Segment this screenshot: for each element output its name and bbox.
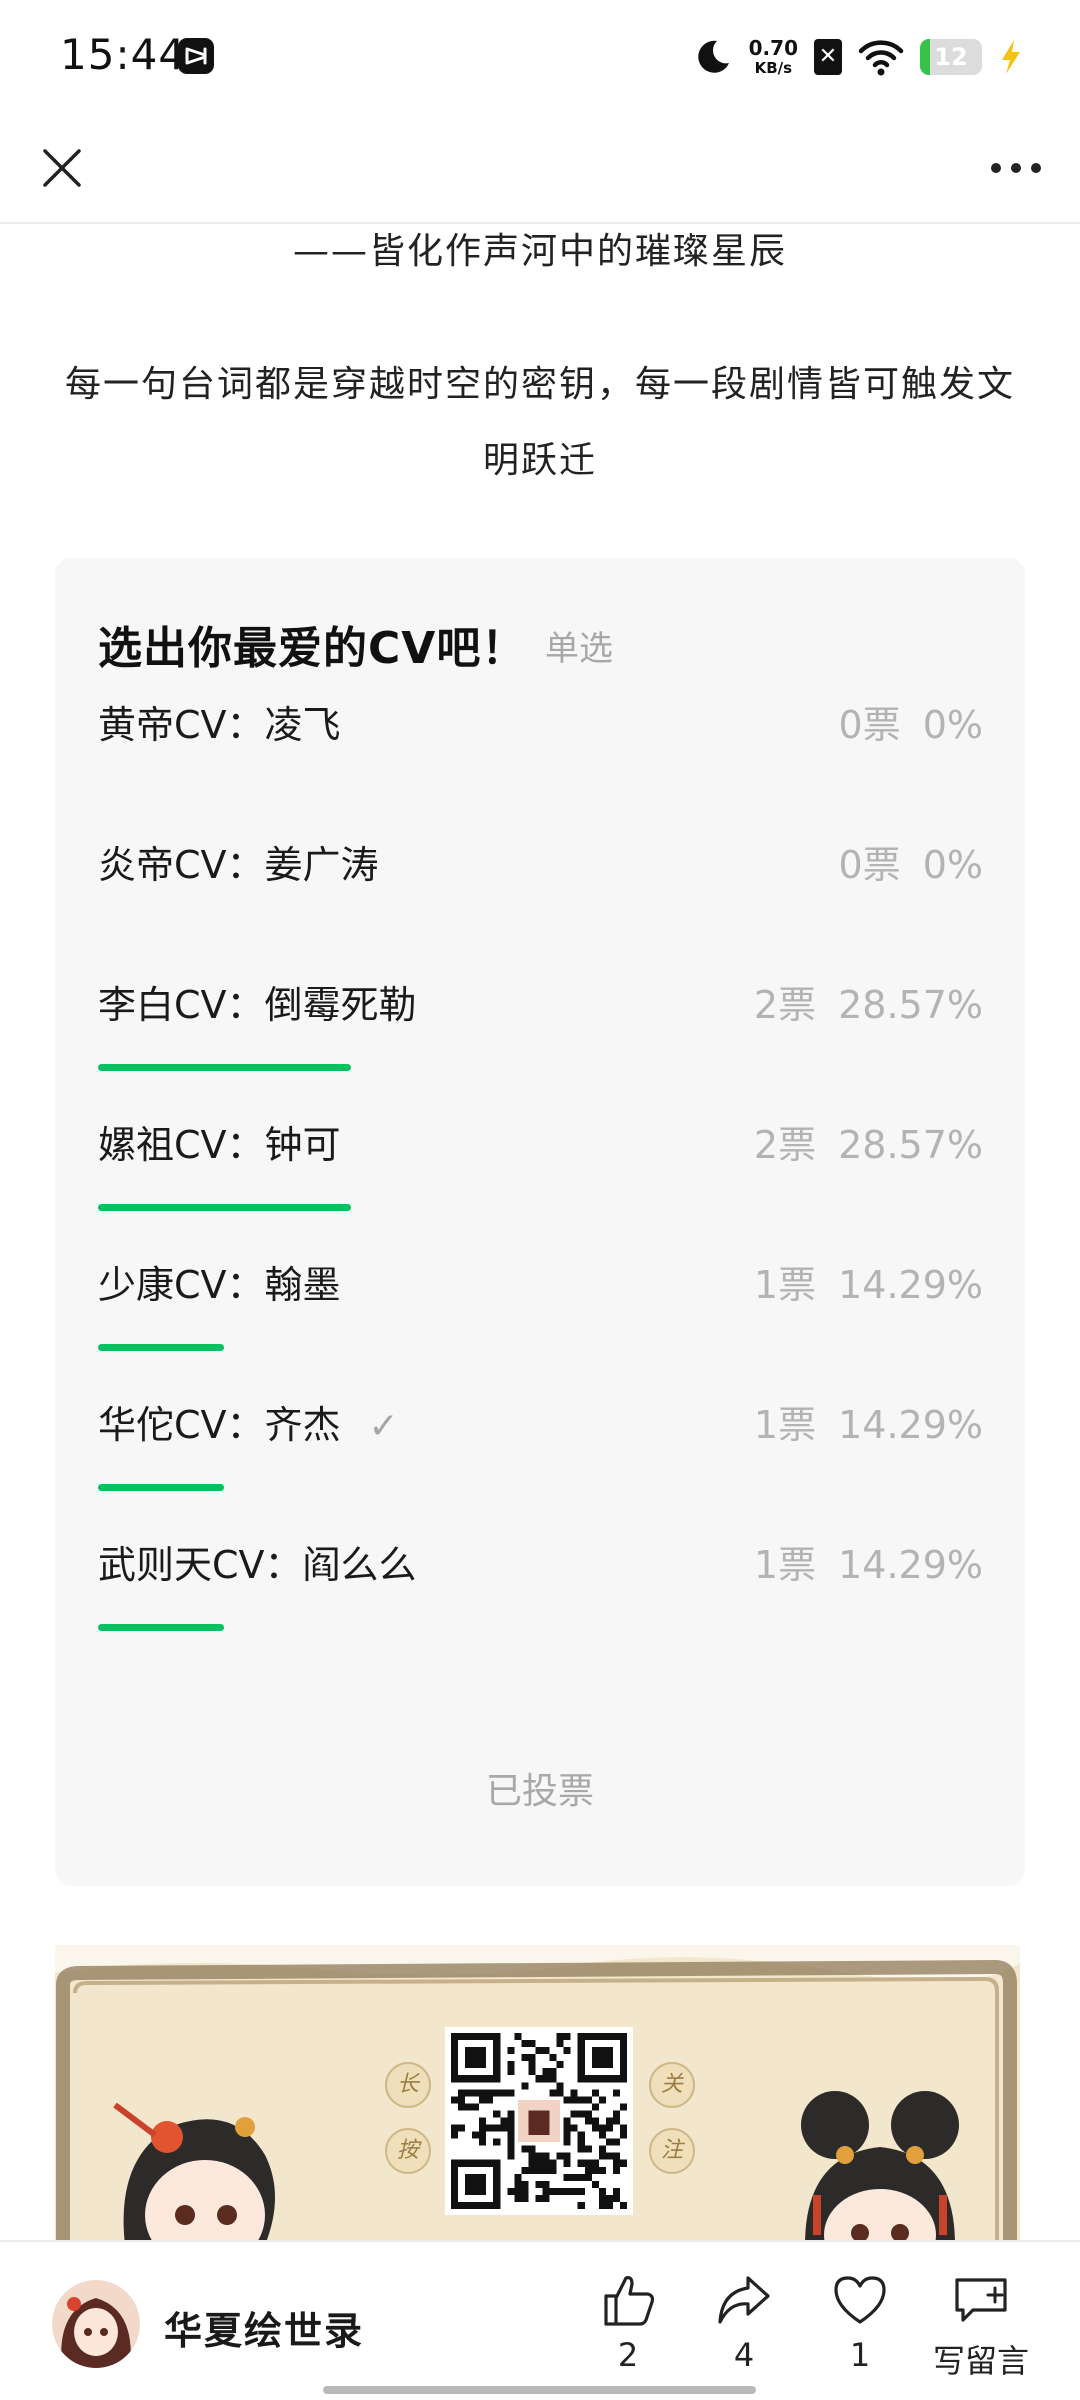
vote-title: 选出你最爱的CV吧！ xyxy=(98,623,527,674)
vote-option-label: 武则天CV：阎么么 xyxy=(98,1534,417,1589)
favorite-button[interactable]: 1 xyxy=(810,2270,910,2374)
vote-percent: 14.29% xyxy=(838,1403,983,1447)
bottom-bar: 华夏绘世录 2 4 1 写留言 xyxy=(0,2240,1080,2400)
favorite-icon xyxy=(834,2276,886,2324)
vote-count: 2票 xyxy=(753,1123,817,1167)
vote-option[interactable]: 李白CV：倒霉死勒 2票 28.57% xyxy=(98,948,983,1088)
battery-indicator: 12 xyxy=(920,39,982,75)
seal-left-bottom: 按 xyxy=(385,2128,431,2174)
vote-option-result: 2票 28.57% xyxy=(754,1114,983,1169)
vote-count: 0票 xyxy=(838,843,901,887)
article-line: ——皆化作声河中的璀璨星辰 xyxy=(292,231,787,272)
vote-option[interactable]: 少康CV：翰墨 1票 14.29% xyxy=(98,1228,983,1368)
vote-percent: 14.29% xyxy=(838,1263,983,1307)
more-icon xyxy=(991,163,1041,173)
qr-code[interactable] xyxy=(445,2027,633,2215)
vote-option-result: 0票 0% xyxy=(839,834,983,889)
vote-count: 1票 xyxy=(753,1403,817,1447)
vote-option-text: 黄帝CV：凌飞 xyxy=(98,703,341,747)
author-avatar[interactable] xyxy=(52,2280,140,2368)
vote-option-label: 黄帝CV：凌飞 xyxy=(98,694,341,749)
vote-type-label: 单选 xyxy=(545,629,613,669)
vote-progress-bar xyxy=(98,1344,224,1351)
vote-count: 0票 xyxy=(838,703,901,747)
vote-count: 1票 xyxy=(753,1263,817,1307)
vote-option-text: 李白CV：倒霉死勒 xyxy=(98,983,417,1027)
vote-option-text: 嫘祖CV：钟可 xyxy=(98,1123,341,1167)
vote-option-result: 2票 28.57% xyxy=(754,974,983,1029)
vote-option-result: 1票 14.29% xyxy=(754,1394,983,1449)
seal-right-bottom: 注 xyxy=(649,2128,695,2174)
network-speed: 0.70 KB/s xyxy=(749,38,798,76)
comment-label: 写留言 xyxy=(932,2342,1029,2380)
check-icon: ✓ xyxy=(368,1406,399,1447)
vote-progress-bar xyxy=(98,1204,351,1211)
charging-icon xyxy=(1002,40,1020,74)
vote-option-label: 嫘祖CV：钟可 xyxy=(98,1114,341,1169)
vote-percent: 0% xyxy=(922,703,983,747)
wifi-icon xyxy=(858,40,904,76)
speed-unit: KB/s xyxy=(754,59,793,77)
status-time: 15:44 xyxy=(60,30,187,79)
vote-status: 已投票 xyxy=(485,1771,594,1812)
vote-option-label: 华佗CV：齐杰 ✓ xyxy=(98,1394,399,1449)
vote-option[interactable]: 武则天CV：阎么么 1票 14.29% xyxy=(98,1508,983,1648)
vote-option[interactable]: 黄帝CV：凌飞 0票 0% xyxy=(98,668,983,808)
vote-option-text: 武则天CV：阎么么 xyxy=(98,1543,417,1587)
follow-banner[interactable]: 长 按 关 注 xyxy=(55,1945,1020,2245)
author-name[interactable]: 华夏绘世录 xyxy=(164,2300,364,2355)
vote-percent: 28.57% xyxy=(838,983,983,1027)
share-icon xyxy=(718,2276,770,2324)
capcut-icon xyxy=(178,38,214,74)
share-button[interactable]: 4 xyxy=(694,2270,794,2374)
close-icon xyxy=(43,149,81,187)
vote-option-result: 1票 14.29% xyxy=(754,1254,983,1309)
article-paragraph: 每一句台词都是穿越时空的密钥，每一段剧情皆可触发文明跃迁 xyxy=(64,364,1015,481)
status-bar: 15:44 0.70 KB/s ✕ 12 xyxy=(0,0,1080,112)
battery-level: 12 xyxy=(934,43,968,71)
vote-option-text: 少康CV：翰墨 xyxy=(98,1263,341,1307)
vote-option-result: 1票 14.29% xyxy=(754,1534,983,1589)
comment-icon xyxy=(955,2278,1007,2322)
vote-count: 2票 xyxy=(753,983,817,1027)
share-count: 4 xyxy=(733,2336,755,2374)
like-icon xyxy=(604,2276,655,2326)
vote-option[interactable]: 华佗CV：齐杰 ✓ 1票 14.29% xyxy=(98,1368,983,1508)
vote-progress-bar xyxy=(98,1624,224,1631)
vote-card: 选出你最爱的CV吧！ 单选 黄帝CV：凌飞 0票 0% 炎帝CV：姜广涛 0票 0% 李白C… xyxy=(55,558,1025,1886)
vote-option[interactable]: 炎帝CV：姜广涛 0票 0% xyxy=(98,808,983,948)
comment-button[interactable]: 写留言 xyxy=(926,2270,1036,2382)
vote-option-result: 0票 0% xyxy=(839,694,983,749)
vote-percent: 0% xyxy=(922,843,983,887)
vote-option-text: 炎帝CV：姜广涛 xyxy=(98,843,379,887)
vote-percent: 28.57% xyxy=(838,1123,983,1167)
vote-progress-bar xyxy=(98,1484,224,1491)
vote-count: 1票 xyxy=(753,1543,817,1587)
moon-icon xyxy=(697,40,729,73)
vote-option-text: 华佗CV：齐杰 xyxy=(98,1403,341,1447)
vote-option-label: 炎帝CV：姜广涛 xyxy=(98,834,379,889)
like-count: 2 xyxy=(617,2336,639,2374)
vote-option-label: 李白CV：倒霉死勒 xyxy=(98,974,417,1029)
nav-bar xyxy=(0,112,1080,224)
vote-option-label: 少康CV：翰墨 xyxy=(98,1254,341,1309)
close-button[interactable] xyxy=(28,134,96,202)
favorite-count: 1 xyxy=(849,2336,871,2374)
vote-percent: 14.29% xyxy=(838,1543,983,1587)
home-indicator[interactable] xyxy=(323,2386,756,2394)
seal-left-top: 长 xyxy=(385,2062,431,2108)
more-button[interactable] xyxy=(982,134,1050,202)
vote-option[interactable]: 嫘祖CV：钟可 2票 28.57% xyxy=(98,1088,983,1228)
no-sim-icon: ✕ xyxy=(814,39,842,75)
like-button[interactable]: 2 xyxy=(578,2270,678,2374)
seal-right-top: 关 xyxy=(649,2062,695,2108)
speed-value: 0.70 xyxy=(748,36,798,60)
vote-progress-bar xyxy=(98,1064,351,1071)
